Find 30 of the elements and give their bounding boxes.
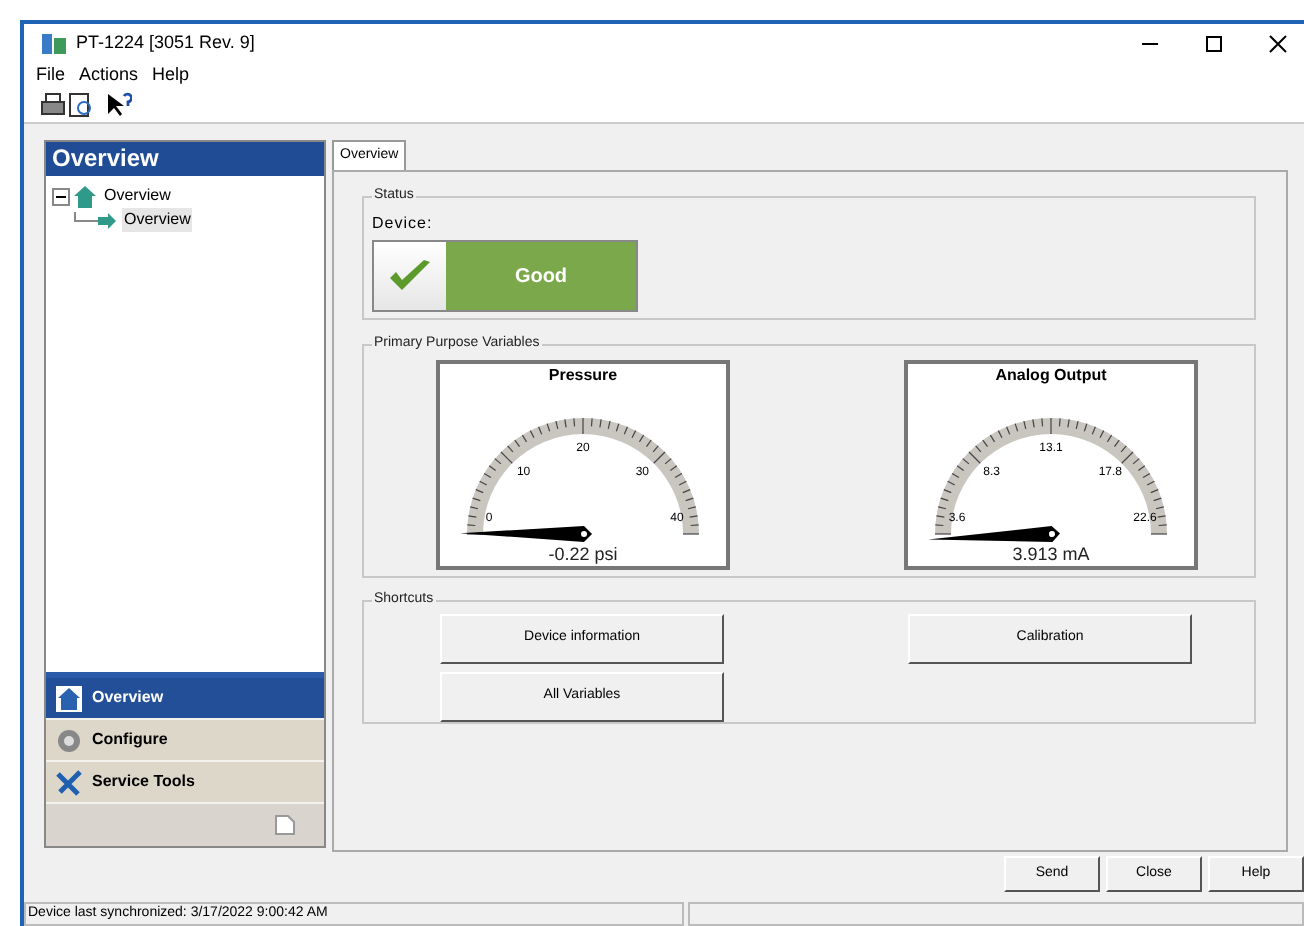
tree-item[interactable]: Overview [122, 208, 193, 232]
status-value: Good [446, 242, 636, 310]
gauge-reading: 3.913 mA [1012, 544, 1090, 566]
menu-item[interactable]: Actions [79, 62, 139, 90]
maximize-icon[interactable] [1204, 33, 1224, 54]
menu-item[interactable]: File [36, 62, 66, 90]
house-icon [56, 685, 82, 711]
gauge-reading: -0.22 psi [548, 544, 618, 566]
printer-icon[interactable] [40, 92, 66, 119]
arrow-icon [74, 211, 118, 229]
sidebar-header: Overview [46, 142, 324, 176]
help-pointer-icon[interactable] [104, 92, 132, 119]
gauge-title: Analog Output [995, 364, 1107, 386]
app-icon [40, 31, 68, 56]
page-icon[interactable] [274, 814, 296, 836]
gear-icon [56, 727, 82, 753]
check-icon [388, 258, 432, 294]
print-preview-icon[interactable] [68, 92, 94, 119]
nav-button[interactable]: Configure [46, 720, 324, 762]
nav-button[interactable]: Service Tools [46, 762, 324, 804]
menu-item[interactable]: Help [152, 62, 190, 90]
window-title: PT-1224 [3051 Rev. 9] [76, 29, 255, 56]
field-label: Device: [372, 212, 435, 236]
gauge-title: Pressure [548, 364, 618, 386]
collapse-icon[interactable] [52, 187, 70, 205]
nav-button[interactable]: Overview [46, 678, 324, 720]
close-icon[interactable] [1268, 33, 1288, 54]
tools-icon [56, 769, 82, 795]
tree-item[interactable]: Overview [104, 184, 171, 208]
house-icon [74, 185, 96, 207]
